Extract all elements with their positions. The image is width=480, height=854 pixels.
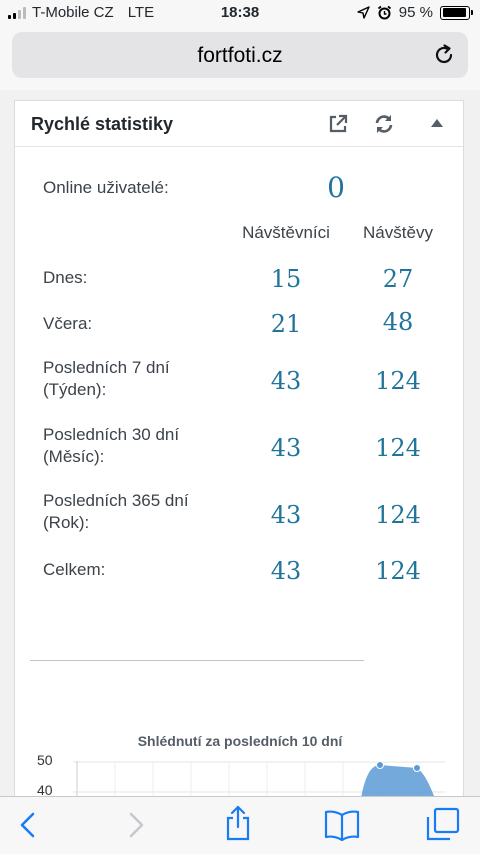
url-text[interactable]: fortfoti.cz — [12, 44, 468, 68]
y-tick-label: 50 — [37, 752, 53, 768]
chart-point — [376, 761, 384, 769]
address-bar[interactable]: fortfoti.cz — [12, 32, 468, 78]
stat-row-label: Posledních 30 dní (Měsíc): — [43, 425, 180, 466]
column-header-visitors: Návštěvníci — [242, 223, 330, 242]
chart-point — [413, 764, 421, 772]
reload-icon[interactable] — [432, 43, 456, 67]
back-icon[interactable] — [18, 811, 38, 839]
stat-visits: 124 — [375, 501, 421, 529]
stat-row-label: Včera: — [43, 314, 93, 333]
external-link-icon[interactable] — [327, 113, 349, 135]
refresh-icon[interactable] — [373, 113, 395, 135]
stat-visits: 27 — [382, 265, 414, 293]
alarm-icon — [377, 5, 391, 20]
stat-row-label: Celkem: — [43, 560, 106, 579]
quick-stats-widget: Rychlé statistiky Online uživatelé: 0 Ná… — [14, 100, 464, 854]
widget-header: Rychlé statistiky — [15, 101, 463, 147]
share-icon[interactable] — [224, 805, 252, 841]
stat-visitors: 21 — [270, 310, 302, 338]
stat-row-label: Posledních 7 dní (Týden): — [43, 358, 170, 399]
tabs-icon[interactable] — [426, 807, 460, 841]
battery-icon — [440, 5, 473, 20]
widget-title: Rychlé statistiky — [31, 114, 174, 134]
stat-row-label: Dnes: — [43, 268, 88, 287]
location-icon — [357, 6, 370, 19]
section-divider — [30, 660, 364, 661]
stat-visits: 124 — [375, 367, 421, 395]
bookmarks-icon[interactable] — [324, 809, 360, 841]
stat-visitors: 43 — [270, 434, 302, 462]
browser-toolbar: fortfoti.cz — [0, 28, 480, 90]
online-users-label: Online uživatelé: — [43, 178, 169, 197]
stat-visitors: 15 — [270, 265, 302, 293]
stat-row-label: Posledních 365 dní (Rok): — [43, 491, 189, 532]
browser-bottom-toolbar — [0, 796, 480, 854]
stat-visitors: 43 — [270, 557, 302, 585]
stat-visits: 48 — [382, 308, 414, 336]
collapse-arrow-icon[interactable] — [431, 119, 443, 127]
status-bar: T-Mobile CZ LTE 18:38 95 % — [0, 0, 480, 28]
chart-title: Shlédnutí za posledních 10 dní — [137, 733, 343, 749]
forward-icon[interactable] — [126, 811, 146, 839]
stat-visitors: 43 — [270, 367, 302, 395]
stat-visitors: 43 — [270, 501, 302, 529]
battery-percent: 95 % — [398, 4, 433, 21]
stat-visits: 124 — [375, 434, 421, 462]
stat-visits: 124 — [375, 557, 421, 585]
online-users-value: 0 — [327, 171, 345, 204]
column-header-visits: Návštěvy — [363, 223, 433, 242]
